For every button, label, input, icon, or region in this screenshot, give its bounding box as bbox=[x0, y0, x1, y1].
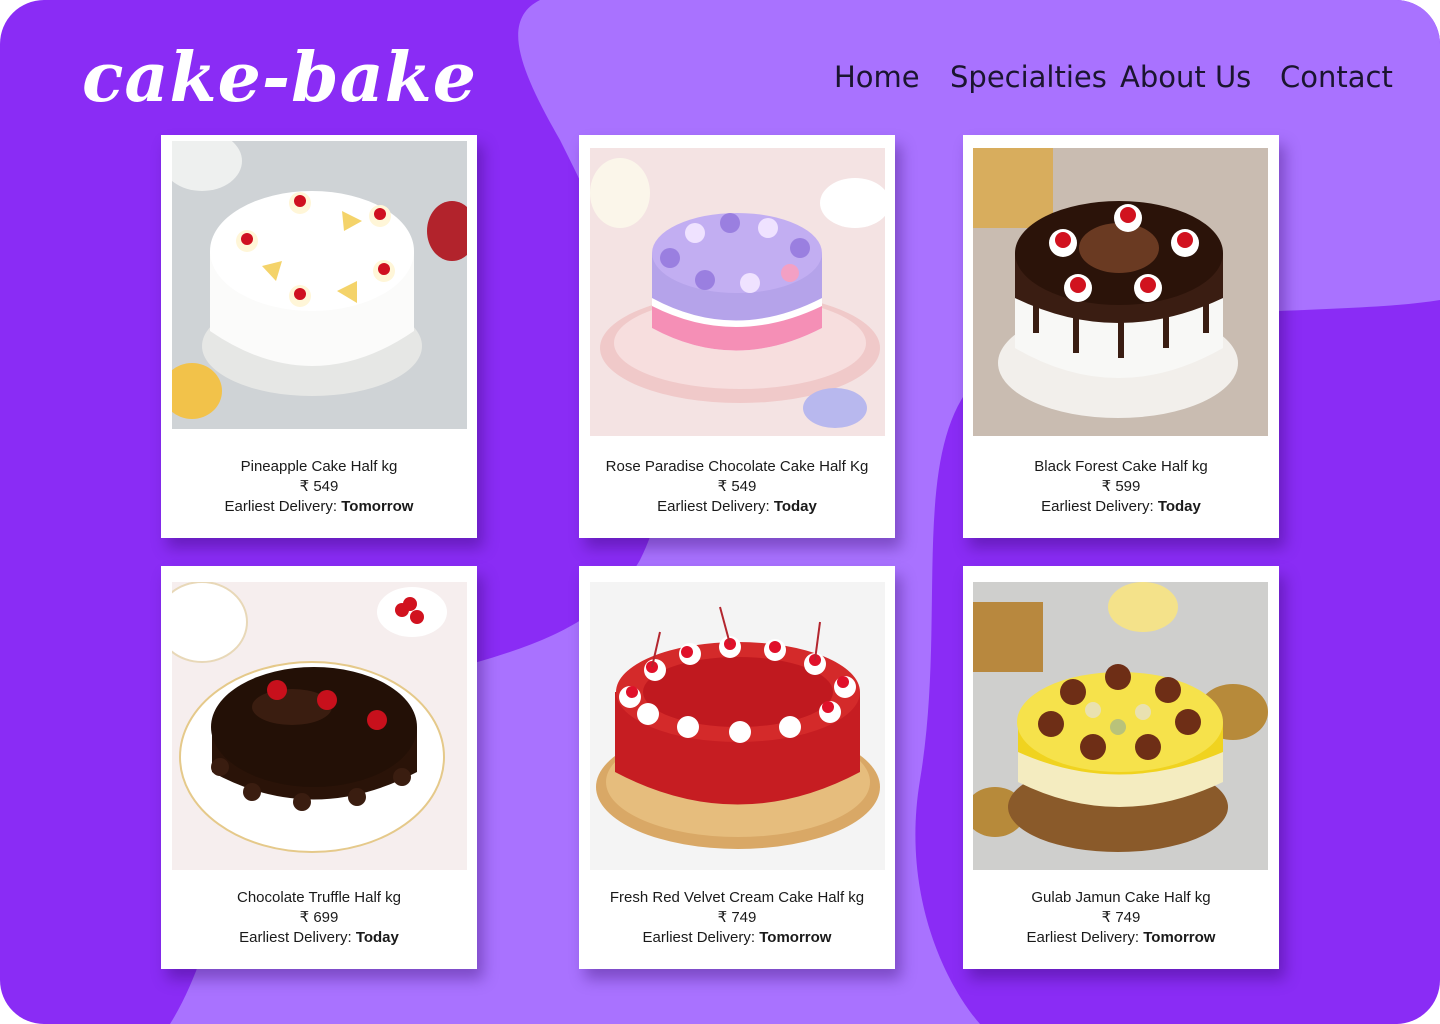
delivery-label: Earliest Delivery: bbox=[239, 929, 352, 946]
delivery-value: Tomorrow bbox=[1143, 929, 1216, 946]
nav-contact-link[interactable]: Contact bbox=[1280, 60, 1393, 94]
product-name[interactable]: Fresh Red Velvet Cream Cake Half kg bbox=[579, 888, 895, 908]
page-frame: cake-bake Home Specialties About Us Cont… bbox=[0, 0, 1440, 1024]
delivery-label: Earliest Delivery: bbox=[642, 929, 756, 946]
product-image-chocolate-truffle-cake[interactable] bbox=[172, 582, 467, 870]
product-name[interactable]: Chocolate Truffle Half kg bbox=[161, 888, 477, 908]
delivery-value: Tomorrow bbox=[341, 498, 414, 515]
delivery-value: Today bbox=[773, 498, 817, 515]
product-image-red-velvet-cake[interactable] bbox=[590, 582, 885, 870]
product-info-chocolate-truffle: Chocolate Truffle Half kg ₹ 699 Earliest… bbox=[161, 888, 477, 948]
product-info-rose-paradise: Rose Paradise Chocolate Cake Half Kg ₹ 5… bbox=[579, 457, 895, 517]
nav-home-link[interactable]: Home bbox=[834, 60, 920, 94]
nav-about-us-link[interactable]: About Us bbox=[1120, 60, 1251, 94]
product-price: ₹ 549 bbox=[299, 478, 339, 495]
delivery-info: Earliest Delivery: Tomorrow bbox=[963, 928, 1279, 948]
product-info-red-velvet: Fresh Red Velvet Cream Cake Half kg ₹ 74… bbox=[579, 888, 895, 948]
product-info-gulab-jamun: Gulab Jamun Cake Half kg ₹ 749 Earliest … bbox=[963, 888, 1279, 948]
product-image-black-forest-cake[interactable] bbox=[973, 148, 1268, 436]
delivery-value: Today bbox=[1157, 498, 1201, 515]
product-image-gulab-jamun-cake[interactable] bbox=[973, 582, 1268, 870]
delivery-info: Earliest Delivery: Today bbox=[161, 928, 477, 948]
product-card-rose-paradise[interactable]: Rose Paradise Chocolate Cake Half Kg ₹ 5… bbox=[579, 135, 895, 538]
product-price: ₹ 699 bbox=[299, 909, 339, 926]
delivery-info: Earliest Delivery: Tomorrow bbox=[161, 497, 477, 517]
product-name[interactable]: Pineapple Cake Half kg bbox=[161, 457, 477, 477]
product-card-gulab-jamun[interactable]: Gulab Jamun Cake Half kg ₹ 749 Earliest … bbox=[963, 566, 1279, 969]
product-card-black-forest[interactable]: Black Forest Cake Half kg ₹ 599 Earliest… bbox=[963, 135, 1279, 538]
delivery-value: Tomorrow bbox=[759, 929, 832, 946]
product-price: ₹ 599 bbox=[1101, 478, 1141, 495]
delivery-info: Earliest Delivery: Today bbox=[579, 497, 895, 517]
product-name[interactable]: Gulab Jamun Cake Half kg bbox=[963, 888, 1279, 908]
product-image-pineapple-cake[interactable] bbox=[172, 141, 467, 429]
delivery-info: Earliest Delivery: Today bbox=[963, 497, 1279, 517]
delivery-value: Today bbox=[355, 929, 399, 946]
product-card-chocolate-truffle[interactable]: Chocolate Truffle Half kg ₹ 699 Earliest… bbox=[161, 566, 477, 969]
delivery-info: Earliest Delivery: Tomorrow bbox=[579, 928, 895, 948]
product-card-pineapple[interactable]: Pineapple Cake Half kg ₹ 549 Earliest De… bbox=[161, 135, 477, 538]
product-price: ₹ 549 bbox=[717, 478, 757, 495]
product-name[interactable]: Rose Paradise Chocolate Cake Half Kg bbox=[579, 457, 895, 477]
nav-specialties-link[interactable]: Specialties bbox=[950, 60, 1107, 94]
delivery-label: Earliest Delivery: bbox=[1026, 929, 1140, 946]
product-image-rose-paradise-cake[interactable] bbox=[590, 148, 885, 436]
product-price: ₹ 749 bbox=[717, 909, 757, 926]
product-info-pineapple: Pineapple Cake Half kg ₹ 549 Earliest De… bbox=[161, 457, 477, 517]
product-name[interactable]: Black Forest Cake Half kg bbox=[963, 457, 1279, 477]
product-price: ₹ 749 bbox=[1101, 909, 1141, 926]
delivery-label: Earliest Delivery: bbox=[224, 498, 338, 515]
product-info-black-forest: Black Forest Cake Half kg ₹ 599 Earliest… bbox=[963, 457, 1279, 517]
delivery-label: Earliest Delivery: bbox=[657, 498, 770, 515]
delivery-label: Earliest Delivery: bbox=[1041, 498, 1154, 515]
product-card-red-velvet[interactable]: Fresh Red Velvet Cream Cake Half kg ₹ 74… bbox=[579, 566, 895, 969]
main-nav: Home Specialties About Us Contact bbox=[0, 60, 1440, 104]
